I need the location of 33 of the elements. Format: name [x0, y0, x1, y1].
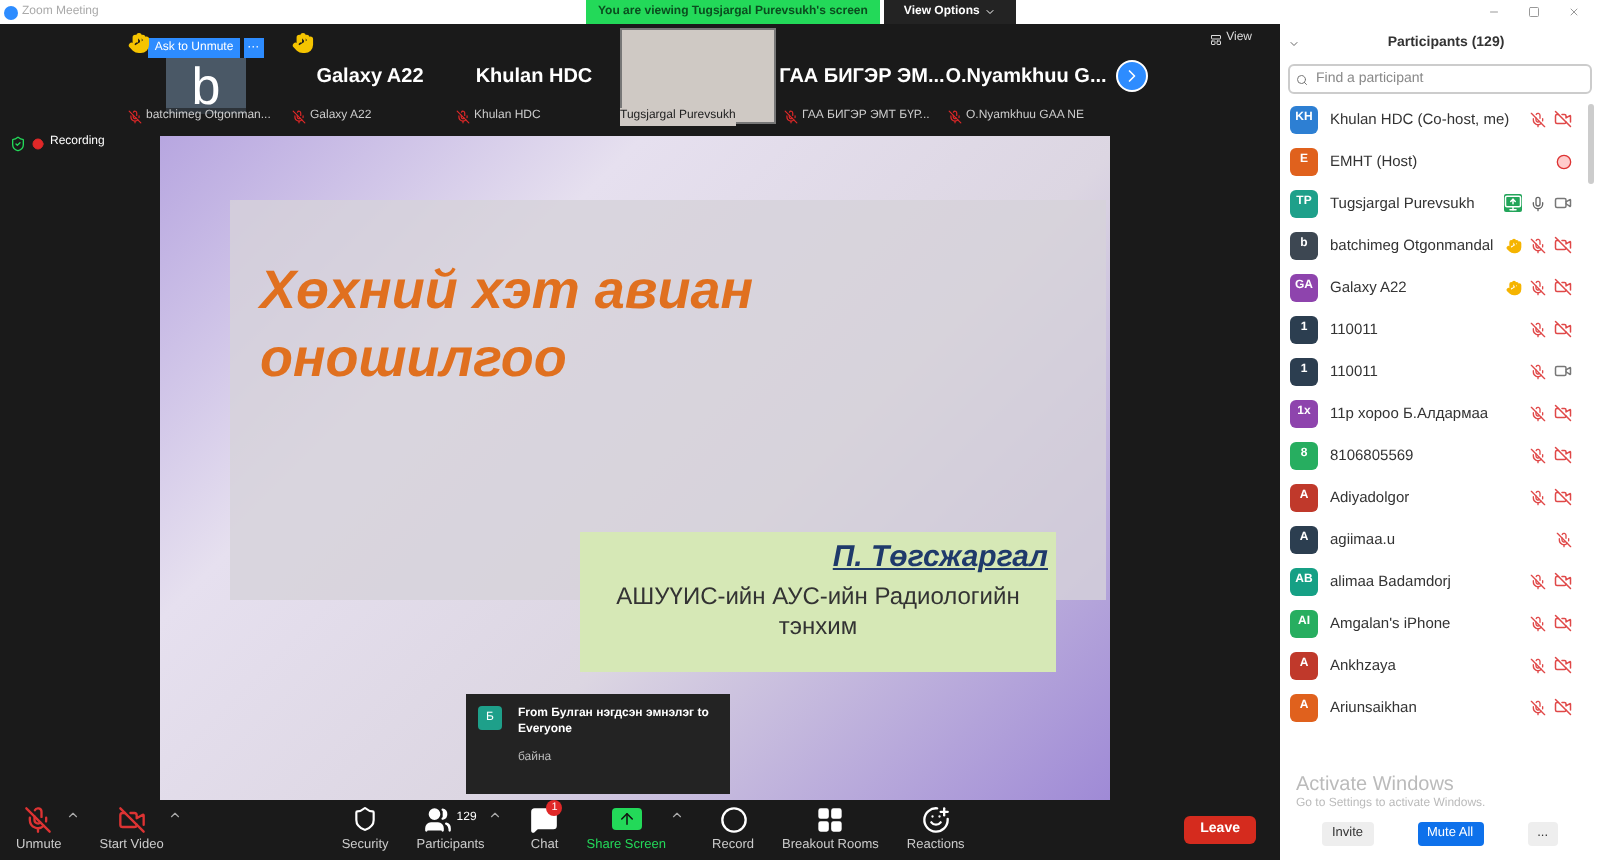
record-icon [719, 805, 747, 834]
caret-icon [983, 6, 996, 18]
caret-icon[interactable] [670, 808, 685, 823]
chat-icon [530, 805, 559, 834]
muted-mic-icon [128, 110, 142, 124]
maximize-icon[interactable] [1528, 6, 1540, 18]
layout-icon [1210, 33, 1223, 45]
author-name: П. Төгсжаргал [832, 538, 1048, 578]
caret-icon[interactable] [65, 808, 80, 823]
search-icon [1296, 73, 1308, 85]
muted-mic-icon [784, 110, 798, 124]
grid-icon [816, 805, 845, 834]
muted-mic-icon [292, 110, 306, 124]
participant-title: Khulan HDC [475, 63, 593, 91]
shield-icon [10, 135, 26, 151]
share-screen-icon [611, 808, 642, 831]
slide-title: Хөхний хэт авиан оношилгоо [260, 258, 756, 392]
muted-mic-icon [948, 110, 962, 124]
recording-dot-icon [32, 137, 44, 149]
people-icon [424, 805, 453, 834]
participant-title: O.Nyamkhuu G... [945, 63, 1107, 91]
smiley-icon [921, 805, 950, 834]
caret-icon[interactable] [167, 808, 182, 823]
scrollbar-thumb[interactable] [1588, 104, 1594, 184]
muted-mic-icon [456, 110, 470, 124]
close-icon[interactable] [1568, 6, 1580, 18]
next-page-button[interactable] [1116, 60, 1148, 92]
caret-icon[interactable] [488, 808, 503, 823]
activation-title: Activate Windows [1296, 774, 1456, 796]
participant-title: Galaxy A22 [316, 63, 424, 91]
participant-title: ГАА БИГЭР ЭМ... [779, 63, 945, 91]
author-affiliation: АШУҮИС-ийн АУС-ийн Радиологийн тэнхим [614, 581, 1022, 641]
shield-icon [352, 806, 379, 833]
